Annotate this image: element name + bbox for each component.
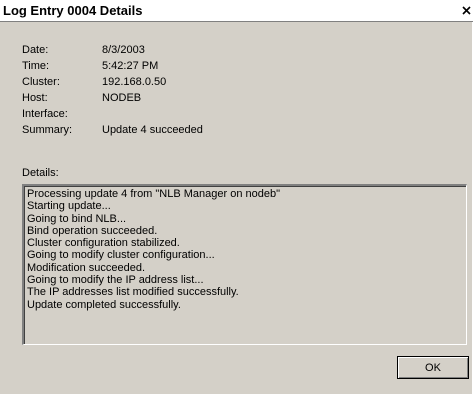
details-line: Bind operation succeeded.	[27, 224, 158, 237]
title-bar[interactable]: Log Entry 0004 Details	[0, 0, 473, 22]
details-line: Going to modify the IP address list...	[27, 274, 204, 287]
cluster-value: 192.168.0.50	[102, 76, 167, 88]
interface-label: Interface:	[22, 108, 68, 120]
dialog-title: Log Entry 0004 Details	[3, 3, 143, 18]
date-value: 8/3/2003	[102, 44, 145, 56]
ok-button[interactable]: OK	[397, 356, 469, 379]
details-line: The IP addresses list modified successfu…	[27, 286, 239, 299]
details-line: Cluster configuration stabilized.	[27, 237, 180, 250]
close-button[interactable]	[459, 2, 473, 18]
details-line: Going to modify cluster configuration...	[27, 249, 215, 262]
details-line: Processing update 4 from "NLB Manager on…	[27, 188, 281, 200]
log-entry-details-dialog: Log Entry 0004 Details Date: 8/3/2003 Ti…	[0, 0, 473, 394]
details-text-area[interactable]: Processing update 4 from "NLB Manager on…	[22, 184, 467, 345]
date-label: Date:	[22, 44, 49, 56]
time-label: Time:	[22, 60, 50, 72]
host-value: NODEB	[102, 92, 142, 104]
cluster-label: Cluster:	[22, 76, 60, 88]
details-label: Details:	[22, 167, 59, 179]
close-icon	[461, 5, 471, 15]
details-line: Modification succeeded.	[27, 261, 146, 274]
host-label: Host:	[22, 92, 48, 104]
details-line: Going to bind NLB...	[27, 212, 127, 225]
summary-label: Summary:	[22, 124, 73, 136]
time-value: 5:42:27 PM	[102, 60, 159, 72]
summary-value: Update 4 succeeded	[102, 124, 203, 136]
details-line: Update completed successfully.	[27, 298, 181, 311]
details-line: Starting update...	[27, 200, 111, 213]
